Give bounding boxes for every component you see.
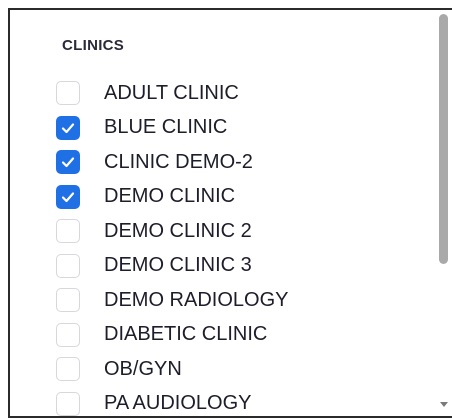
checkbox[interactable] bbox=[56, 288, 80, 312]
clinic-label: DEMO CLINIC 2 bbox=[104, 220, 252, 243]
clinic-option[interactable]: DIABETIC CLINIC bbox=[56, 318, 426, 353]
clinic-list: ADULT CLINIC BLUE CLINIC CLINIC DEMO-2 D… bbox=[56, 76, 426, 418]
clinic-label: DEMO RADIOLOGY bbox=[104, 289, 288, 312]
checkbox[interactable] bbox=[56, 116, 80, 140]
clinic-label: DEMO CLINIC bbox=[104, 185, 235, 208]
scrollbar-thumb[interactable] bbox=[439, 14, 448, 264]
clinic-option[interactable]: DEMO RADIOLOGY bbox=[56, 283, 426, 318]
checkbox[interactable] bbox=[56, 219, 80, 243]
clinic-label: CLINIC DEMO-2 bbox=[104, 151, 253, 174]
checkbox[interactable] bbox=[56, 150, 80, 174]
clinic-option[interactable]: CLINIC DEMO-2 bbox=[56, 145, 426, 180]
clinic-option[interactable]: DEMO CLINIC 2 bbox=[56, 214, 426, 249]
vertical-scrollbar[interactable] bbox=[436, 10, 452, 416]
clinics-filter-panel: CLINICS ADULT CLINIC BLUE CLINIC CLINIC … bbox=[8, 8, 452, 418]
clinic-option[interactable]: OB/GYN bbox=[56, 352, 426, 387]
checkbox[interactable] bbox=[56, 357, 80, 381]
clinic-label: DEMO CLINIC 3 bbox=[104, 254, 252, 277]
checkbox[interactable] bbox=[56, 254, 80, 278]
clinic-label: PA AUDIOLOGY bbox=[104, 392, 251, 415]
checkbox[interactable] bbox=[56, 185, 80, 209]
checkbox[interactable] bbox=[56, 392, 80, 416]
checkbox[interactable] bbox=[56, 323, 80, 347]
clinic-label: DIABETIC CLINIC bbox=[104, 323, 267, 346]
clinic-option[interactable]: PA AUDIOLOGY bbox=[56, 387, 426, 418]
checkmark-icon bbox=[60, 154, 76, 170]
checkbox[interactable] bbox=[56, 81, 80, 105]
clinic-option[interactable]: DEMO CLINIC bbox=[56, 180, 426, 215]
clinic-label: ADULT CLINIC bbox=[104, 82, 239, 105]
clinic-label: BLUE CLINIC bbox=[104, 116, 227, 139]
clinics-section-title: CLINICS bbox=[62, 37, 124, 54]
clinic-option[interactable]: BLUE CLINIC bbox=[56, 111, 426, 146]
checkmark-icon bbox=[60, 189, 76, 205]
clinic-label: OB/GYN bbox=[104, 358, 182, 381]
clinic-option[interactable]: ADULT CLINIC bbox=[56, 76, 426, 111]
checkmark-icon bbox=[60, 120, 76, 136]
clinic-option[interactable]: DEMO CLINIC 3 bbox=[56, 249, 426, 284]
